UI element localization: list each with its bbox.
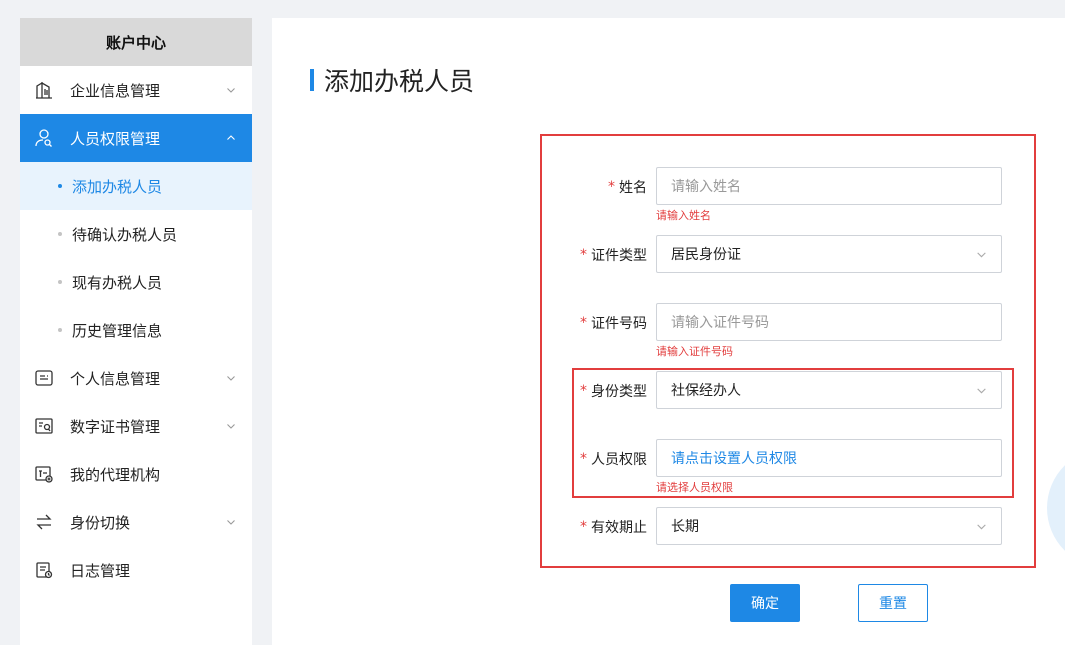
form-row-validity: * 有效期止 长期 (272, 507, 1065, 547)
form-label-name: * 姓名 (608, 167, 647, 207)
label-text: 证件号码 (591, 316, 647, 332)
main-content: 添加办税人员 * 姓名 请输入姓名 请输入姓名 * 证件类型 居民身份证 * 证… (272, 18, 1065, 645)
bullet-dot (58, 328, 62, 332)
form-label-identity-type: * 身份类型 (580, 371, 647, 411)
sidebar-item-label: 个人信息管理 (70, 369, 161, 388)
sidebar-subitem-label: 历史管理信息 (72, 321, 163, 340)
sidebar-subitem-add-tax-staff[interactable]: 添加办税人员 (20, 162, 252, 210)
id-number-placeholder: 请输入证件号码 (671, 315, 769, 331)
form-label-validity: * 有效期止 (580, 507, 647, 547)
name-error: 请输入姓名 (656, 209, 711, 222)
id-card-icon (34, 368, 54, 388)
sidebar-item-label: 我的代理机构 (70, 465, 161, 484)
bullet-dot (58, 232, 62, 236)
form-label-id-type: * 证件类型 (580, 235, 647, 275)
sidebar-subitem-history[interactable]: 历史管理信息 (20, 306, 252, 354)
sidebar-item-label: 企业信息管理 (70, 81, 161, 100)
sidebar-item-my-agency[interactable]: 我的代理机构 (20, 450, 252, 498)
sidebar-subitem-label: 添加办税人员 (72, 177, 163, 196)
sidebar-item-identity-switch[interactable]: 身份切换 (20, 498, 252, 546)
sidebar-subitem-pending-tax-staff[interactable]: 待确认办税人员 (20, 210, 252, 258)
certificate-icon (34, 416, 54, 436)
building-icon (34, 80, 54, 100)
label-text: 证件类型 (591, 248, 647, 264)
permission-setting-field[interactable]: 请点击设置人员权限 (656, 439, 1002, 477)
sidebar-subitem-current-tax-staff[interactable]: 现有办税人员 (20, 258, 252, 306)
required-mark: * (580, 247, 587, 263)
form-row-permission: * 人员权限 请点击设置人员权限 请选择人员权限 (272, 439, 1065, 494)
sidebar-subitem-label: 现有办税人员 (72, 273, 163, 292)
sidebar: 账户中心 企业信息管理 人员权限管理 添加办税人员 待确认办税人员 现有办税人员… (20, 18, 252, 645)
identity-type-select[interactable]: 社保经办人 (656, 371, 1002, 409)
required-mark: * (580, 315, 587, 331)
id-number-input[interactable]: 请输入证件号码 (656, 303, 1002, 341)
sidebar-item-label: 数字证书管理 (70, 417, 161, 436)
chevron-down-icon (227, 520, 235, 525)
switch-icon (34, 512, 54, 532)
title-accent-bar (310, 69, 314, 91)
permission-setting-link[interactable]: 请点击设置人员权限 (671, 448, 987, 468)
validity-value: 长期 (671, 519, 699, 535)
label-text: 人员权限 (591, 452, 647, 468)
identity-type-value: 社保经办人 (671, 383, 741, 399)
user-search-icon (34, 128, 54, 148)
chevron-down-icon (227, 376, 235, 381)
required-mark: * (580, 383, 587, 399)
log-icon (34, 560, 54, 580)
sidebar-item-digital-certificate[interactable]: 数字证书管理 (20, 402, 252, 450)
chevron-down-icon (977, 523, 986, 529)
label-text: 姓名 (619, 180, 647, 196)
form-row-id-type: * 证件类型 居民身份证 (272, 235, 1065, 275)
id-type-value: 居民身份证 (671, 247, 741, 263)
agency-icon (34, 464, 54, 484)
name-input[interactable]: 请输入姓名 (656, 167, 1002, 205)
form-row-id-number: * 证件号码 请输入证件号码 请输入证件号码 (272, 303, 1065, 358)
form-label-id-number: * 证件号码 (580, 303, 647, 343)
confirm-button[interactable]: 确定 (730, 584, 800, 622)
sidebar-item-personnel-permissions[interactable]: 人员权限管理 (20, 114, 252, 162)
label-text: 有效期止 (591, 520, 647, 536)
id-type-select[interactable]: 居民身份证 (656, 235, 1002, 273)
bullet-dot (58, 280, 62, 284)
sidebar-subitem-label: 待确认办税人员 (72, 225, 178, 244)
required-mark: * (580, 451, 587, 467)
chevron-down-icon (227, 424, 235, 429)
form-row-identity-type: * 身份类型 社保经办人 (272, 371, 1065, 411)
page-title: 添加办税人员 (310, 62, 474, 98)
sidebar-item-log-management[interactable]: 日志管理 (20, 546, 252, 594)
required-mark: * (608, 179, 615, 195)
validity-select[interactable]: 长期 (656, 507, 1002, 545)
chevron-down-icon (977, 251, 986, 257)
required-mark: * (580, 519, 587, 535)
form-label-permission: * 人员权限 (580, 439, 647, 479)
chevron-up-icon (227, 135, 235, 140)
name-input-placeholder: 请输入姓名 (671, 179, 741, 195)
permission-error: 请选择人员权限 (656, 481, 733, 494)
sidebar-item-label: 身份切换 (70, 513, 131, 532)
reset-button[interactable]: 重置 (858, 584, 928, 622)
chevron-down-icon (227, 88, 235, 93)
bullet-dot (58, 184, 62, 188)
id-number-error: 请输入证件号码 (656, 345, 733, 358)
label-text: 身份类型 (591, 384, 647, 400)
sidebar-item-label: 日志管理 (70, 561, 131, 580)
sidebar-header: 账户中心 (20, 18, 252, 66)
page-title-text: 添加办税人员 (324, 67, 475, 96)
form-row-name: * 姓名 请输入姓名 请输入姓名 (272, 167, 1065, 222)
chevron-down-icon (977, 387, 986, 393)
sidebar-item-label: 人员权限管理 (70, 129, 161, 148)
sidebar-item-enterprise-info[interactable]: 企业信息管理 (20, 66, 252, 114)
sidebar-item-personal-info[interactable]: 个人信息管理 (20, 354, 252, 402)
